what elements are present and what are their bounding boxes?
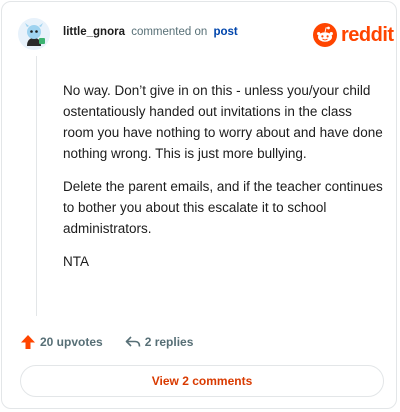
comment-paragraph: No way. Don’t give in on this - unless y… (63, 83, 383, 161)
thread-line (36, 56, 37, 316)
view-comments-label: View 2 comments (151, 374, 253, 388)
post-link[interactable]: post (213, 26, 237, 38)
comment-card: little_gnora commented on post reddit No… (1, 1, 397, 409)
replies-count: 2 replies (144, 335, 194, 349)
replies-button[interactable]: 2 replies (125, 334, 194, 350)
comment-header: little_gnora commented on post (63, 26, 238, 38)
comment-actions: 20 upvotes 2 replies (20, 332, 193, 352)
upvotes-count: 20 upvotes (40, 335, 103, 349)
reply-arrow-icon (125, 336, 141, 347)
comment-verb-text: commented on (131, 26, 208, 38)
arrow-up-icon (21, 335, 35, 349)
avatar[interactable] (18, 18, 50, 50)
comment-paragraph: Delete the parent emails, and if the tea… (63, 179, 383, 236)
logo-wordmark: reddit (341, 23, 394, 46)
reddit-snoo-icon (313, 23, 337, 47)
comment-body: No way. Don’t give in on this - unless y… (63, 80, 383, 284)
username-link[interactable]: little_gnora (63, 26, 125, 38)
view-comments-button[interactable]: View 2 comments (20, 365, 384, 397)
upvote-button[interactable]: 20 upvotes (20, 334, 103, 350)
comment-paragraph: NTA (63, 254, 89, 269)
reddit-logo[interactable]: reddit (313, 22, 394, 48)
